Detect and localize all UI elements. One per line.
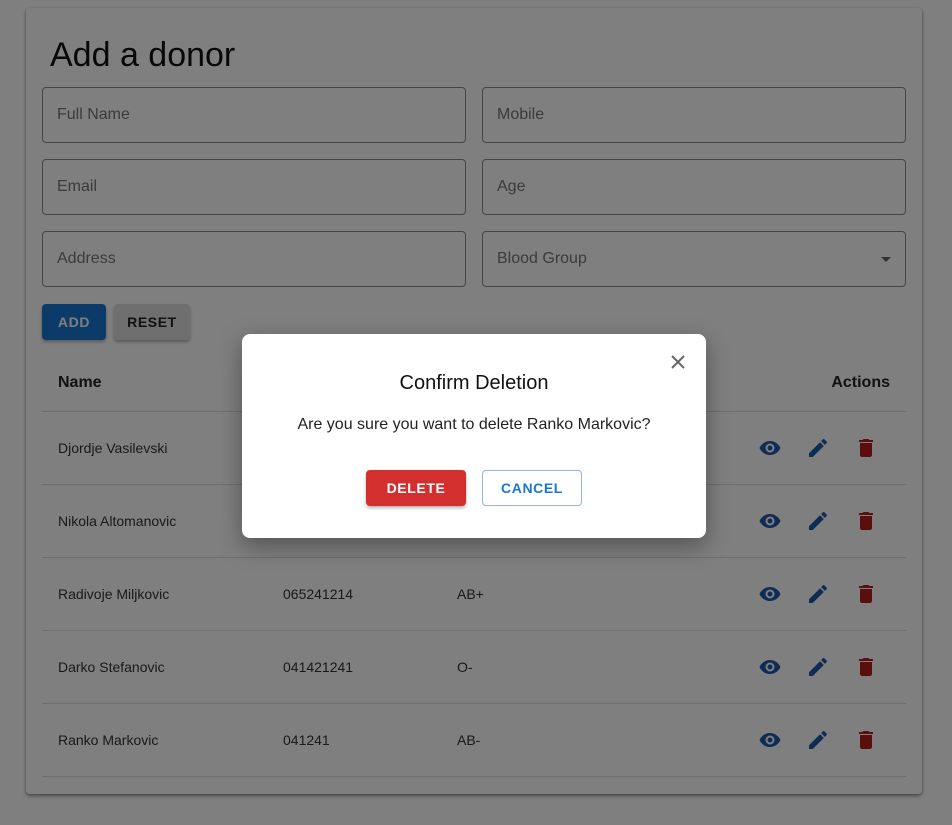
cancel-button[interactable]: CANCEL [482, 470, 582, 506]
dialog-title: Confirm Deletion [399, 372, 549, 394]
dialog-message: Are you sure you want to delete Ranko Ma… [297, 416, 651, 433]
confirm-delete-dialog: Confirm Deletion Are you sure you want t… [242, 334, 706, 538]
delete-button[interactable]: DELETE [366, 470, 466, 506]
close-icon[interactable] [666, 350, 690, 374]
